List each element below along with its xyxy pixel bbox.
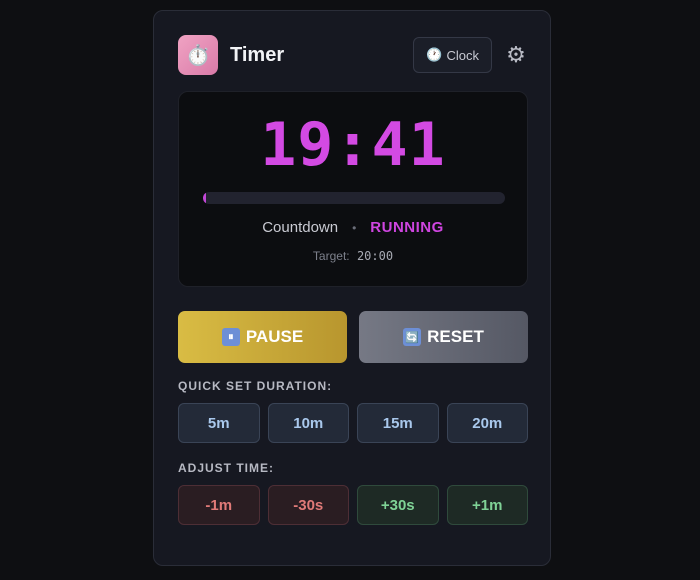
- preset-5m-button[interactable]: 5m: [178, 403, 260, 443]
- target-value: 20:00: [356, 249, 394, 263]
- clock-button[interactable]: 🕐 Clock: [413, 37, 492, 73]
- clock-icon: 🕐: [426, 47, 443, 62]
- state-badge: RUNNING: [370, 219, 444, 236]
- clock-button-label: Clock: [446, 47, 479, 63]
- preset-10m-button[interactable]: 10m: [267, 403, 349, 443]
- mode-label: Countdown: [262, 219, 339, 236]
- main-actions: ⏸ PAUSE 🔄 RESET: [178, 311, 528, 363]
- header: ⏱️ Timer 🕐 Clock ⚙: [178, 35, 528, 75]
- reset-icon: 🔄: [403, 328, 422, 346]
- plus-30s-button[interactable]: +30s: [357, 485, 439, 525]
- plus-1m-button[interactable]: +1m: [446, 485, 528, 525]
- timer-card: ⏱️ Timer 🕐 Clock ⚙ 19:41 Countdown • RUN…: [153, 10, 551, 566]
- quick-set-label: QUICK SET DURATION:: [178, 379, 333, 393]
- stopwatch-icon: ⏱️: [178, 35, 218, 75]
- preset-15m-button[interactable]: 15m: [357, 403, 439, 443]
- progress-fill: [203, 192, 207, 204]
- pause-button[interactable]: ⏸ PAUSE: [178, 311, 347, 363]
- gear-icon[interactable]: ⚙: [504, 42, 528, 67]
- target-label: Target:: [312, 249, 350, 263]
- status-row: Countdown • RUNNING: [179, 219, 527, 236]
- adjust-row: -1m -30s +30s +1m: [178, 485, 528, 525]
- adjust-label: ADJUST TIME:: [178, 461, 274, 475]
- target-row: Target: 20:00: [179, 249, 527, 263]
- preset-20m-button[interactable]: 20m: [446, 403, 528, 443]
- reset-label: RESET: [427, 327, 484, 346]
- pause-label: PAUSE: [245, 327, 304, 346]
- minus-30s-button[interactable]: -30s: [267, 485, 349, 525]
- minus-1m-button[interactable]: -1m: [178, 485, 260, 525]
- timer-display: 19:41 Countdown • RUNNING Target: 20:00: [178, 91, 528, 287]
- app-title: Timer: [230, 43, 285, 66]
- pause-icon: ⏸: [221, 328, 240, 346]
- reset-button[interactable]: 🔄 RESET: [359, 311, 528, 363]
- quick-set-row: 5m 10m 15m 20m: [178, 403, 528, 443]
- time-readout: 19:41: [260, 110, 446, 180]
- progress-bar: [203, 192, 505, 204]
- status-separator: •: [352, 220, 357, 235]
